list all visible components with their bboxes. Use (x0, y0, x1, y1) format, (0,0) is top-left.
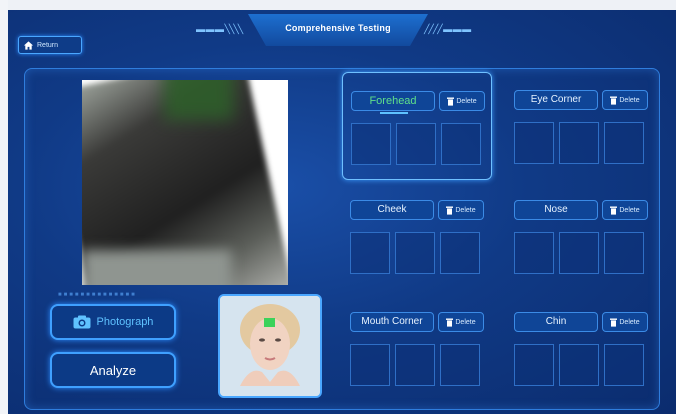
thumbnail-slot[interactable] (559, 122, 599, 164)
face-preview (218, 294, 322, 398)
delete-label: Delete (619, 96, 640, 104)
delete-label: Delete (456, 97, 477, 105)
delete-label: Delete (619, 318, 640, 326)
thumbnail-slot[interactable] (440, 344, 480, 386)
delete-button-eye-corner[interactable]: Delete (602, 90, 648, 110)
thumbnail-row (514, 344, 644, 386)
thumbnail-slot[interactable] (440, 232, 480, 274)
thumbnail-row (351, 123, 481, 165)
thumbnail-slot[interactable] (514, 122, 554, 164)
thumbnail-slot[interactable] (604, 344, 644, 386)
thumbnail-row (350, 344, 480, 386)
region-name-forehead[interactable]: Forehead (351, 91, 435, 114)
thumbnail-slot[interactable] (395, 232, 435, 274)
region-name-eye-corner[interactable]: Eye Corner (514, 90, 598, 110)
trash-icon (446, 206, 454, 215)
left-edge-strip (0, 0, 8, 414)
analyze-button[interactable]: Analyze (50, 352, 176, 388)
trash-icon (447, 97, 455, 106)
delete-button-forehead[interactable]: Delete (439, 91, 485, 111)
header-decoration-right: ╱╱╱╱ ▬ ▬ ▬ (424, 24, 471, 34)
delete-button-chin[interactable]: Delete (602, 312, 648, 332)
delete-button-mouth-corner[interactable]: Delete (438, 312, 484, 332)
region-name-chin[interactable]: Chin (514, 312, 598, 332)
page-title: Comprehensive Testing (285, 23, 391, 33)
trash-icon (446, 318, 454, 327)
thumbnail-slot[interactable] (559, 232, 599, 274)
analyze-label: Analyze (89, 362, 137, 378)
thumbnail-slot[interactable] (395, 344, 435, 386)
return-label: Return (37, 41, 59, 49)
captured-photo (82, 80, 288, 285)
header-decoration-left: ▬ ▬ ▬ ╲╲╲╲ (196, 24, 243, 34)
thumbnail-row (514, 232, 644, 274)
thumbnail-row (350, 232, 480, 274)
header: ▬ ▬ ▬ ╲╲╲╲ Comprehensive Testing ╱╱╱╱ ▬ … (188, 14, 488, 48)
thumbnail-slot[interactable] (559, 344, 599, 386)
thumbnail-slot[interactable] (396, 123, 436, 165)
delete-label: Delete (455, 318, 476, 326)
thumbnail-slot[interactable] (441, 123, 481, 165)
thumbnail-slot[interactable] (350, 344, 390, 386)
decorative-dots: ■■■■■■■■■■■■■■ (58, 292, 137, 298)
region-card-chin[interactable]: Chin Delete (506, 294, 656, 402)
delete-button-nose[interactable]: Delete (602, 200, 648, 220)
thumbnail-slot[interactable] (604, 122, 644, 164)
return-button[interactable]: Return (18, 36, 82, 54)
thumbnail-slot[interactable] (604, 232, 644, 274)
face-illustration (220, 296, 320, 396)
camera-icon (73, 315, 91, 329)
delete-button-cheek[interactable]: Delete (438, 200, 484, 220)
app-screen: ▬ ▬ ▬ ╲╲╲╲ Comprehensive Testing ╱╱╱╱ ▬ … (8, 0, 676, 414)
region-name-nose[interactable]: Nose (514, 200, 598, 220)
thumbnail-slot[interactable] (351, 123, 391, 165)
region-card-nose[interactable]: Nose Delete (506, 182, 656, 290)
photograph-label: Photograph (96, 316, 154, 328)
delete-label: Delete (455, 206, 476, 214)
region-card-eye-corner[interactable]: Eye Corner Delete (506, 72, 656, 180)
region-card-forehead[interactable]: Forehead Delete (342, 72, 492, 180)
trash-icon (610, 206, 618, 215)
region-name-cheek[interactable]: Cheek (350, 200, 434, 220)
top-edge-strip (8, 0, 676, 10)
home-icon (23, 40, 34, 50)
thumbnail-slot[interactable] (514, 232, 554, 274)
delete-label: Delete (619, 206, 640, 214)
thumbnail-slot[interactable] (350, 232, 390, 274)
region-name-mouth-corner[interactable]: Mouth Corner (350, 312, 434, 332)
trash-icon (610, 96, 618, 105)
trash-icon (610, 318, 618, 327)
photograph-button[interactable]: Photograph (50, 304, 176, 340)
region-card-mouth-corner[interactable]: Mouth Corner Delete (342, 294, 492, 402)
thumbnail-slot[interactable] (514, 344, 554, 386)
region-card-cheek[interactable]: Cheek Delete (342, 182, 492, 290)
thumbnail-row (514, 122, 644, 164)
